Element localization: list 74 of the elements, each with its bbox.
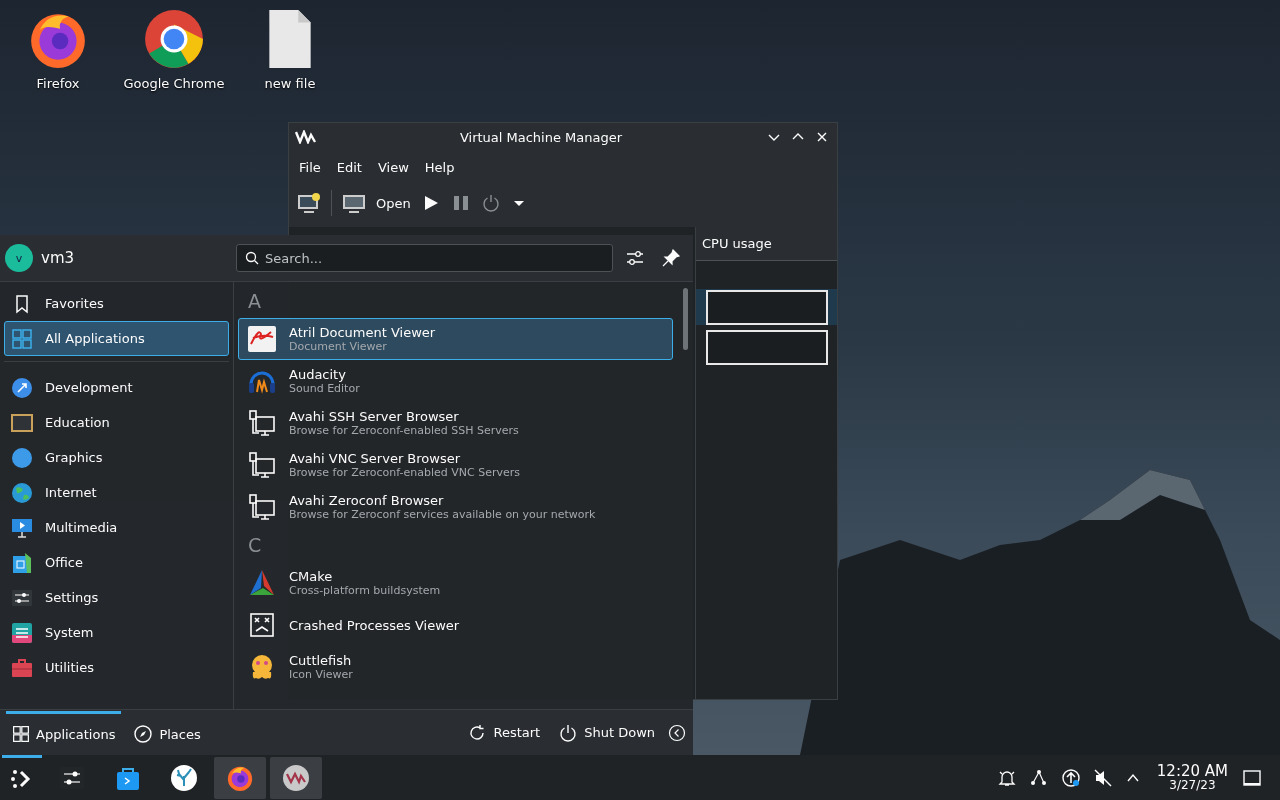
app-item[interactable]: Crashed Processes Viewer [238, 604, 673, 646]
app-item[interactable]: Audacity Sound Editor [238, 360, 673, 402]
app-item[interactable]: Atril Document Viewer Document Viewer [238, 318, 673, 360]
menu-item[interactable]: View [369, 155, 417, 179]
menu-item[interactable]: File [291, 155, 329, 179]
new-vm-icon[interactable] [297, 192, 321, 214]
monitor-icon[interactable] [342, 192, 366, 214]
compass-icon [133, 724, 154, 744]
footer-tab[interactable]: Places [127, 710, 207, 755]
settings-icon[interactable] [625, 248, 645, 268]
search-icon [245, 251, 259, 265]
desktop-icon[interactable]: Google Chrome [123, 8, 225, 91]
restart-button[interactable]: Restart [461, 722, 547, 743]
menu-item[interactable]: Help [416, 155, 463, 179]
search-field[interactable]: Search... [236, 244, 613, 272]
globe-icon [11, 481, 33, 504]
power-icon [558, 722, 579, 743]
document-icon [11, 551, 33, 574]
category-item[interactable]: System [4, 615, 229, 650]
desktop-icon-label: new file [264, 76, 316, 91]
category-item[interactable]: All Applications [4, 321, 229, 356]
back-icon[interactable] [667, 722, 687, 743]
grid-icon [12, 725, 30, 743]
grid-icon [11, 327, 33, 350]
crashed-face-icon [247, 610, 277, 640]
blackboard-icon [11, 411, 33, 434]
toolbox-icon [11, 656, 33, 679]
column-header[interactable]: CPU usage [696, 227, 837, 261]
window-title: Virtual Machine Manager [458, 129, 624, 145]
category-item[interactable]: Office [4, 545, 229, 580]
app-item[interactable]: Avahi Zeroconf Browser Browse for Zeroconf services available on your network [238, 486, 673, 528]
category-item[interactable]: Multimedia [4, 510, 229, 545]
chrome-icon [143, 8, 205, 70]
desktop-icon-label: Google Chrome [123, 76, 225, 91]
category-item[interactable]: Graphics [4, 440, 229, 475]
compass-needle-icon [11, 376, 33, 399]
power-icon[interactable] [480, 193, 501, 213]
open-label[interactable]: Open [376, 195, 411, 211]
category-item[interactable]: Internet [4, 475, 229, 510]
sphere-icon [11, 446, 33, 469]
app-item[interactable]: CMake Cross-platform buildsystem [238, 562, 673, 604]
monitor-icon [11, 516, 33, 539]
app-item[interactable]: Avahi SSH Server Browser Browse for Zeroconf-enabled SSH Servers [238, 402, 673, 444]
computer-network-icon [247, 492, 277, 522]
app-logo-icon [295, 130, 317, 144]
category-item[interactable]: Development [4, 370, 229, 405]
section-letter: C [247, 533, 263, 558]
section-letter: A [247, 289, 262, 314]
menu-item[interactable]: Edit [328, 155, 370, 179]
computer-network-icon [247, 408, 277, 438]
category-item[interactable]: Education [4, 405, 229, 440]
document-viewer-icon [247, 324, 277, 354]
triangle-icon [247, 568, 277, 598]
user-avatar[interactable]: v [5, 244, 33, 272]
user-name: vm3 [41, 249, 76, 267]
category-item[interactable]: Settings [4, 580, 229, 615]
desktop-icon[interactable]: new file [259, 8, 321, 91]
clock[interactable]: 12:20 AM 3/27/23 [1156, 762, 1228, 793]
coral-icon [170, 763, 198, 792]
app-item[interactable]: Avahi VNC Server Browser Browse for Zeroconf-enabled VNC Servers [238, 444, 673, 486]
volume-muted-icon[interactable] [1092, 767, 1113, 788]
category-item[interactable]: Favorites [4, 286, 229, 321]
pin-icon[interactable] [661, 248, 681, 268]
computer-network-icon [247, 450, 277, 480]
system-icon [11, 621, 33, 644]
network-icon[interactable] [1028, 767, 1049, 788]
updates-icon[interactable] [1060, 767, 1081, 788]
category-item[interactable]: Utilities [4, 650, 229, 685]
app-item[interactable]: Cuttlefish Icon Viewer [238, 646, 673, 688]
task-button[interactable] [270, 756, 322, 799]
desktop-icon-label: Firefox [36, 76, 80, 91]
desktop-icon[interactable]: Firefox [27, 8, 89, 91]
shutdown-button[interactable]: Shut Down [552, 722, 661, 743]
show-desktop-icon[interactable] [1242, 767, 1262, 788]
